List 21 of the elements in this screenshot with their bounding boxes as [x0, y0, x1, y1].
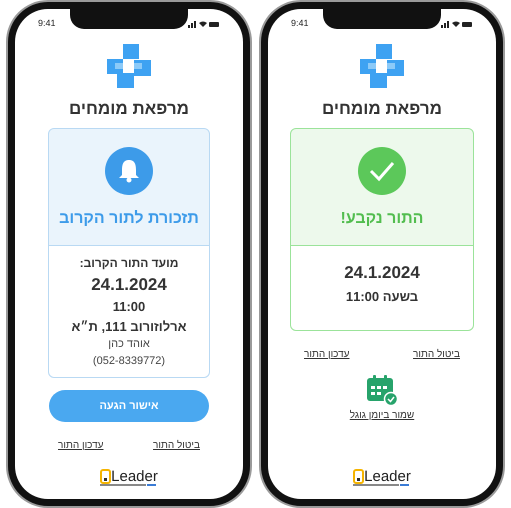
- appointment-detail: (052-8339772): [92, 354, 166, 368]
- clinic-name: מרפאת מומחים: [322, 98, 442, 120]
- card-title: תזכורת לתור הקרוב: [59, 208, 199, 228]
- appointment-time: בשעה 11:00: [346, 288, 418, 306]
- update-link[interactable]: עדכון התור: [304, 346, 350, 362]
- card-title: התור נקבע!: [340, 208, 424, 228]
- status-time: 9:41: [38, 17, 56, 30]
- brand-name: Leader: [364, 469, 411, 484]
- clinic-name: מרפאת מומחים: [69, 98, 189, 120]
- appointment-label: מועד התור הקרוב:: [80, 254, 178, 272]
- appointment-date: 24.1.2024: [91, 274, 167, 296]
- status-time: 9:41: [291, 17, 309, 30]
- appointment-address: ארלוזורוב 111, ת״א: [72, 318, 186, 336]
- update-link[interactable]: עדכון התור: [58, 438, 104, 453]
- save-to-calendar-link[interactable]: שמור ביומן גוגל: [350, 408, 414, 422]
- appointment-detail: אוהד כהן: [108, 337, 150, 352]
- cancel-link[interactable]: ביטול התור: [413, 346, 460, 362]
- brand-name: Leader: [111, 469, 158, 484]
- cancel-link[interactable]: ביטול התור: [153, 438, 200, 453]
- appointment-time: 11:00: [112, 298, 146, 316]
- appointment-date: 24.1.2024: [344, 262, 420, 284]
